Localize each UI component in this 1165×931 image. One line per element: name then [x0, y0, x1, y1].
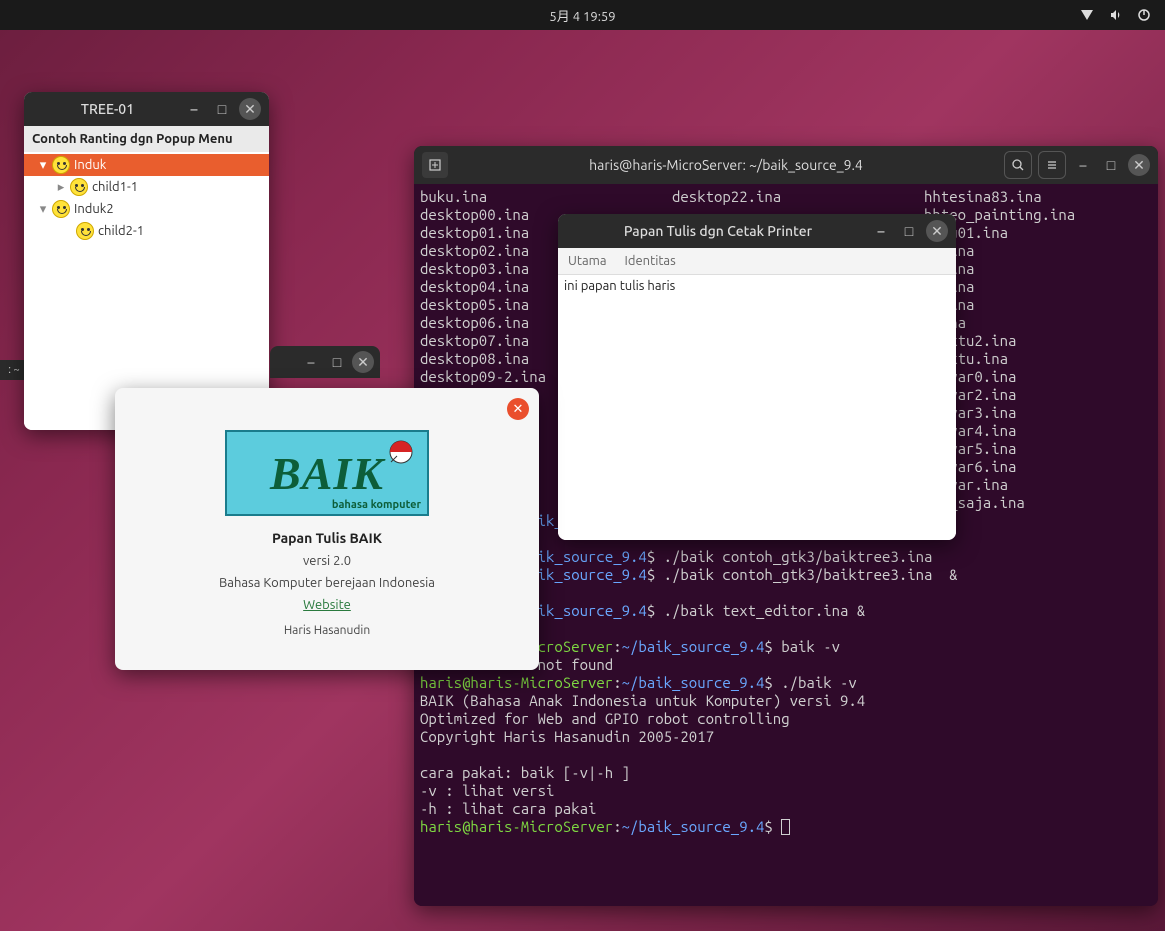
new-tab-button[interactable] [422, 152, 448, 178]
flag-circle-icon [389, 440, 413, 464]
logo-text: BAIK [270, 447, 384, 500]
minimize-button[interactable]: – [1072, 154, 1094, 176]
smiley-icon [70, 178, 88, 196]
papan-tulis-window: Papan Tulis dgn Cetak Printer – □ ✕ Utam… [558, 214, 956, 540]
smiley-icon [52, 156, 70, 174]
papan-editor[interactable]: ini papan tulis haris [558, 275, 956, 540]
close-button[interactable]: ✕ [926, 220, 948, 242]
about-description: Bahasa Komputer berejaan Indonesia [219, 576, 435, 590]
about-dialog: ✕ BAIK bahasa komputer Papan Tulis BAIK … [115, 388, 539, 670]
tree-title: TREE-01 [32, 101, 183, 117]
about-version: versi 2.0 [303, 554, 351, 568]
papan-menubar: Utama Identitas [558, 248, 956, 275]
terminal-titlebar: haris@haris-MicroServer: ~/baik_source_9… [414, 146, 1158, 184]
tree-node-label: Induk2 [74, 202, 114, 216]
about-author: Haris Hasanudin [284, 624, 370, 637]
smiley-icon [76, 222, 94, 240]
close-button[interactable]: ✕ [239, 98, 261, 120]
menu-button[interactable] [1038, 151, 1066, 179]
papan-title: Papan Tulis dgn Cetak Printer [566, 223, 870, 239]
about-title: Papan Tulis BAIK [272, 530, 382, 546]
volume-icon[interactable] [1109, 8, 1123, 22]
minimize-button[interactable]: – [183, 98, 205, 120]
menu-identitas[interactable]: Identitas [625, 254, 676, 268]
panel-clock: 5月 4 19:59 [549, 6, 615, 25]
menu-utama[interactable]: Utama [568, 254, 607, 268]
wifi-icon[interactable] [1079, 8, 1095, 22]
tree-column-header: Contoh Ranting dgn Popup Menu [24, 126, 269, 152]
baik-logo: BAIK bahasa komputer [225, 430, 429, 516]
tree-node-label: child1-1 [92, 180, 138, 194]
papan-titlebar: Papan Tulis dgn Cetak Printer – □ ✕ [558, 214, 956, 248]
tree-node-induk[interactable]: ▾ Induk [24, 154, 269, 176]
top-panel: 5月 4 19:59 [0, 0, 1165, 30]
maximize-button[interactable]: □ [898, 220, 920, 242]
panel-indicators [1079, 8, 1151, 22]
maximize-button[interactable]: □ [326, 351, 348, 373]
minimize-button[interactable]: – [300, 351, 322, 373]
tree-titlebar: TREE-01 – □ ✕ [24, 92, 269, 126]
tree-node-label: Induk [74, 158, 106, 172]
tree-node-induk2[interactable]: ▾ Induk2 [24, 198, 269, 220]
close-button[interactable]: ✕ [1128, 154, 1150, 176]
terminal-title: haris@haris-MicroServer: ~/baik_source_9… [454, 157, 998, 173]
logo-subtitle: bahasa komputer [332, 499, 421, 511]
about-body: BAIK bahasa komputer Papan Tulis BAIK ve… [115, 388, 539, 649]
tree-node-child2-1[interactable]: child2-1 [24, 220, 269, 242]
hidden-window-titlebar: – □ ✕ [270, 346, 380, 378]
expander-down-icon[interactable]: ▾ [38, 160, 48, 170]
search-button[interactable] [1004, 151, 1032, 179]
website-link[interactable]: Website [303, 598, 351, 612]
tree-window: TREE-01 – □ ✕ Contoh Ranting dgn Popup M… [24, 92, 269, 430]
close-button[interactable]: ✕ [507, 398, 529, 420]
maximize-button[interactable]: □ [211, 98, 233, 120]
minimize-button[interactable]: – [870, 220, 892, 242]
close-button[interactable]: ✕ [352, 351, 374, 373]
maximize-button[interactable]: □ [1100, 154, 1122, 176]
tree-node-child1-1[interactable]: ▸ child1-1 [24, 176, 269, 198]
smiley-icon [52, 200, 70, 218]
expander-right-icon[interactable]: ▸ [56, 182, 66, 192]
power-icon[interactable] [1137, 8, 1151, 22]
expander-down-icon[interactable]: ▾ [38, 204, 48, 214]
tree-node-label: child2-1 [98, 224, 144, 238]
